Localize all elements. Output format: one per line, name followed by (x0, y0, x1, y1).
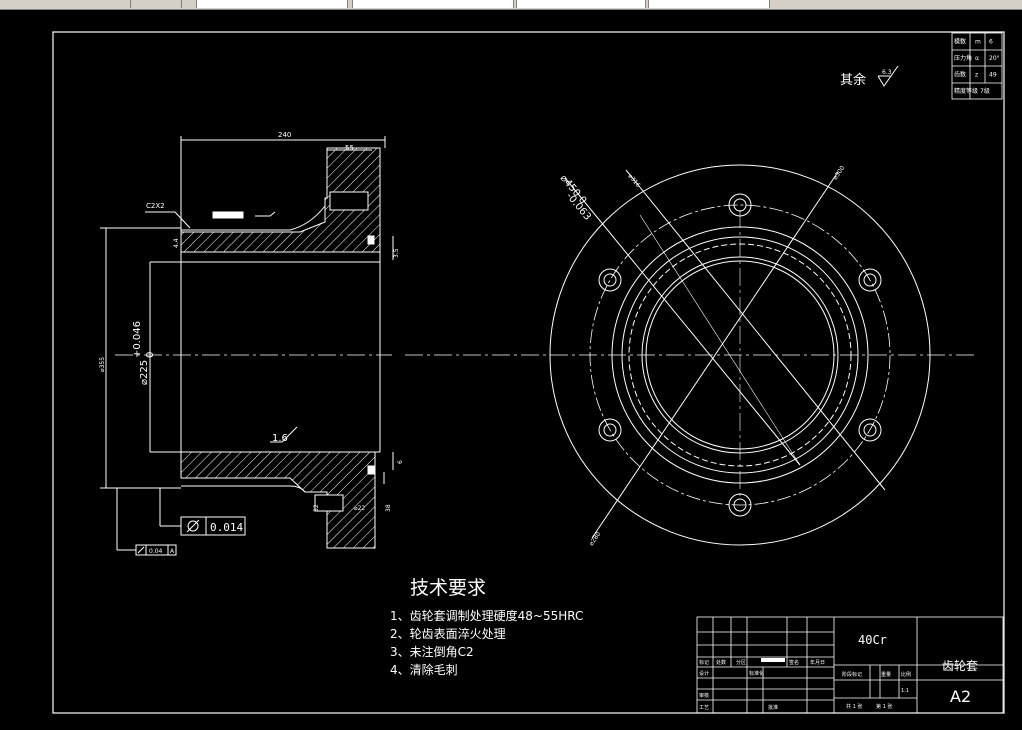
tb-label-date: 年月日 (810, 659, 825, 666)
dim-bore-tol-lower: 0 (145, 352, 156, 358)
dim-bore-tol-upper: +0.046 (132, 321, 143, 358)
tb-label-stage-mark: 阶段标记 (842, 671, 862, 678)
material-text: 40Cr (858, 633, 887, 647)
tb-label-scale: 比例 (901, 671, 911, 678)
tb-sheet-no: 第 1 张 (876, 703, 892, 710)
tech-req-item-3: 3、未注倒角C2 (390, 644, 474, 659)
tech-req-item-2: 2、轮齿表面淬火处理 (390, 626, 506, 641)
dim-ref-2: ⌀300 (832, 165, 846, 182)
sheet-size-text: A2 (950, 687, 971, 706)
section-view (100, 136, 394, 551)
tb-label-std: 标准化 (749, 670, 764, 677)
flatness-value: 0.014 (210, 521, 243, 534)
dim-hole-dia: ⌀22 (354, 505, 365, 512)
param-name-1: 压力角 (954, 54, 972, 62)
tb-sheets-total: 共 1 张 (846, 703, 862, 710)
roughness-note-value: 6.3 (882, 69, 892, 76)
part-name-text: 齿轮套 (942, 659, 978, 673)
dim-chamfer: C2X2 (146, 202, 165, 210)
param-value-3: 7级 (980, 87, 990, 95)
param-name-2: 齿数 (954, 71, 966, 79)
param-symbol-1: α (975, 55, 979, 62)
tb-label-process: 工艺 (699, 705, 709, 711)
dim-ref-3: ⌀280 (588, 531, 602, 548)
tb-label-sign: 签名 (789, 659, 799, 666)
param-name-0: 模数 (954, 38, 966, 46)
tech-req-item-1: 1、齿轮套调制处理硬度48~55HRC (390, 608, 583, 623)
param-symbol-0: m (975, 39, 981, 46)
tb-label-weight: 重量 (881, 671, 891, 678)
dim-step-2: 3.5 (393, 248, 400, 258)
dim-hole-depth-2: 38 (385, 504, 392, 512)
dim-step-3: 6 (397, 460, 404, 464)
title-block-fill-mark (761, 658, 785, 662)
dim-length: 240 (278, 131, 291, 139)
param-symbol-2: z (975, 72, 978, 79)
dim-hole-depth-1: 32 (313, 504, 320, 512)
tb-label-check: 审核 (699, 692, 709, 699)
tb-label-zone: 分区 (736, 659, 746, 666)
dim-step-1: 4.4 (173, 238, 180, 248)
dim-outer-dia: ⌀355 (99, 357, 106, 372)
tech-req-title: 技术要求 (410, 577, 486, 599)
param-value-1: 20° (989, 55, 1000, 62)
dim-bore-main: ⌀225 (139, 360, 150, 385)
roughness-note-label: 其余 (840, 72, 866, 88)
runout-value: 0.04 (149, 548, 163, 555)
tb-label-design: 设计 (699, 670, 709, 677)
param-value-0: 6 (989, 39, 993, 46)
param-name-3: 精度等级 (954, 87, 978, 95)
tb-label-count: 处数 (716, 659, 726, 666)
runout-datum: A (170, 548, 175, 555)
dim-roughness-bore: 1.6 (272, 433, 288, 444)
param-value-2: 49 (989, 72, 997, 79)
tech-req-item-4: 4、清除毛刺 (390, 662, 458, 677)
tb-label-mark: 标记 (699, 659, 709, 666)
tb-scale-value: 1:1 (901, 688, 909, 694)
tb-label-approve: 批准 (768, 704, 778, 711)
cad-drawing-canvas[interactable]: 0.014 0.04 A 240 55 C2X2 ⌀355 ⌀225 +0.04… (0, 0, 1022, 730)
dim-flange-width: 55 (345, 144, 354, 152)
